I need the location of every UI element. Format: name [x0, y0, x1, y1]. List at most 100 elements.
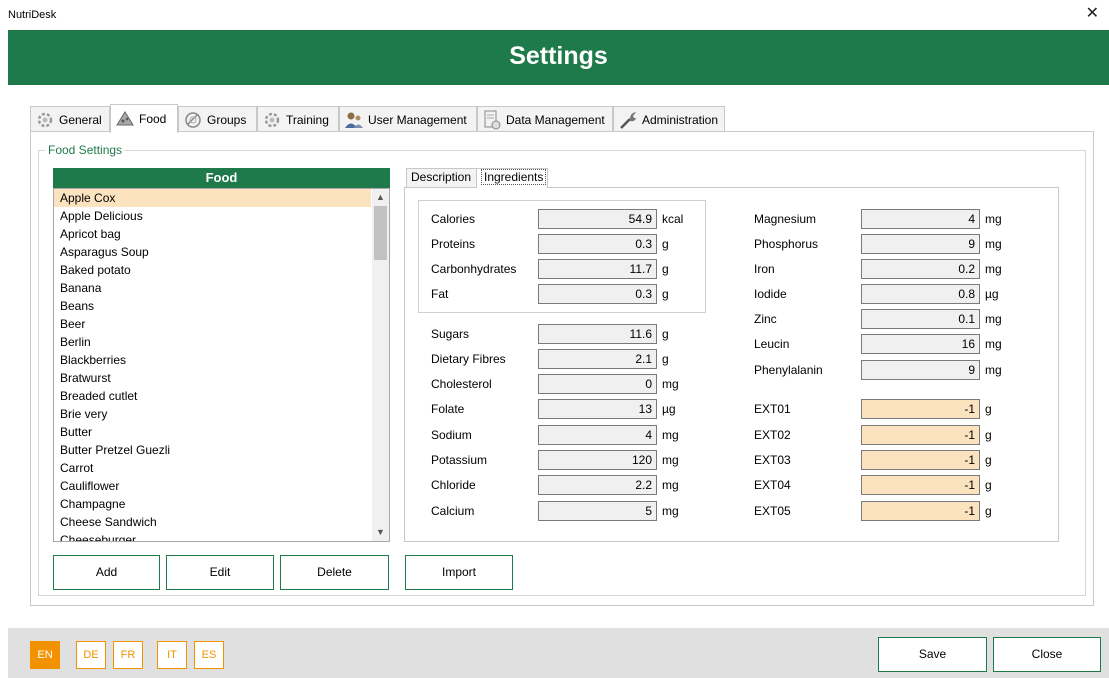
scroll-thumb[interactable]: [374, 206, 387, 260]
food-list-item[interactable]: Apple Delicious: [54, 207, 371, 225]
add-food-button[interactable]: Add: [53, 555, 160, 590]
language-button-fr[interactable]: FR: [113, 641, 143, 669]
food-list-item[interactable]: Apricot bag: [54, 225, 371, 243]
close-button[interactable]: Close: [993, 637, 1101, 672]
food-list[interactable]: Apple Cox Apple Delicious Apricot bag Aspar…: [53, 188, 390, 542]
food-list-item[interactable]: Butter Pretzel Guezli: [54, 441, 371, 459]
edit-food-button[interactable]: Edit: [166, 555, 274, 590]
food-list-item[interactable]: Berlin: [54, 333, 371, 351]
tab-administration[interactable]: Administration: [613, 106, 725, 132]
food-list-item[interactable]: Cheeseburger: [54, 531, 371, 541]
phenylalanin-label: Phenylalanin: [754, 363, 823, 377]
food-list-item[interactable]: Blackberries: [54, 351, 371, 369]
users-icon: [344, 110, 364, 130]
leucin-label: Leucin: [754, 337, 790, 351]
folate-unit: µg: [662, 402, 676, 416]
ext01-label: EXT01: [754, 402, 791, 416]
calories-unit: kcal: [662, 212, 684, 226]
fat-field[interactable]: 0.3: [538, 284, 657, 304]
carbonhydrates-field[interactable]: 11.7: [538, 259, 657, 279]
tab-general[interactable]: General: [30, 106, 110, 132]
calcium-label: Calcium: [431, 504, 475, 518]
food-list-scrollbar[interactable]: ▲ ▼: [372, 189, 389, 541]
tab-description[interactable]: Description: [406, 168, 477, 187]
chloride-field[interactable]: 2.2: [538, 475, 657, 495]
food-list-item[interactable]: Carrot: [54, 459, 371, 477]
ext03-label: EXT03: [754, 453, 791, 467]
calories-field[interactable]: 54.9: [538, 209, 657, 229]
language-button-en[interactable]: EN: [30, 641, 60, 669]
food-list-item[interactable]: Butter: [54, 423, 371, 441]
phosphorus-field[interactable]: 9: [861, 234, 980, 254]
cholesterol-field[interactable]: 0: [538, 374, 657, 394]
tab-food[interactable]: Food: [110, 104, 178, 133]
sodium-field[interactable]: 4: [538, 425, 657, 445]
potassium-field[interactable]: 120: [538, 450, 657, 470]
food-list-item[interactable]: Apple Cox: [54, 189, 371, 207]
language-button-de[interactable]: DE: [76, 641, 106, 669]
iron-unit: mg: [985, 262, 1002, 276]
delete-food-button[interactable]: Delete: [280, 555, 389, 590]
food-list-item[interactable]: Cauliflower: [54, 477, 371, 495]
app-title: NutriDesk: [8, 9, 57, 21]
food-list-item[interactable]: Beer: [54, 315, 371, 333]
language-button-it[interactable]: IT: [157, 641, 187, 669]
scroll-down-icon[interactable]: ▼: [372, 524, 389, 541]
ext01-field[interactable]: -1: [861, 399, 980, 419]
leucin-field[interactable]: 16: [861, 334, 980, 354]
import-food-button[interactable]: Import: [405, 555, 513, 590]
food-list-item[interactable]: Baked potato: [54, 261, 371, 279]
cholesterol-unit: mg: [662, 377, 679, 391]
calcium-field[interactable]: 5: [538, 501, 657, 521]
sugars-field[interactable]: 11.6: [538, 324, 657, 344]
save-button[interactable]: Save: [878, 637, 987, 672]
dietary-fibres-field[interactable]: 2.1: [538, 349, 657, 369]
dietary-fibres-unit: g: [662, 352, 669, 366]
ext02-field[interactable]: -1: [861, 425, 980, 445]
ext05-field[interactable]: -1: [861, 501, 980, 521]
tab-data-management-label: Data Management: [506, 112, 605, 127]
phosphorus-label: Phosphorus: [754, 237, 819, 251]
chloride-unit: mg: [662, 478, 679, 492]
tab-administration-label: Administration: [642, 112, 719, 127]
tab-ingredients-label: Ingredients: [481, 169, 547, 185]
folate-field[interactable]: 13: [538, 399, 657, 419]
language-button-es[interactable]: ES: [194, 641, 224, 669]
proteins-label: Proteins: [431, 237, 476, 251]
phenylalanin-field[interactable]: 9: [861, 360, 980, 380]
proteins-field[interactable]: 0.3: [538, 234, 657, 254]
tab-groups[interactable]: Groups: [178, 106, 257, 132]
folate-label: Folate: [431, 402, 465, 416]
proteins-unit: g: [662, 237, 669, 251]
food-list-item[interactable]: Brie very: [54, 405, 371, 423]
carbonhydrates-unit: g: [662, 262, 669, 276]
ext04-field[interactable]: -1: [861, 475, 980, 495]
sugars-label: Sugars: [431, 327, 470, 341]
ext03-field[interactable]: -1: [861, 450, 980, 470]
magnesium-unit: mg: [985, 212, 1002, 226]
data-icon: [482, 110, 502, 130]
food-list-item[interactable]: Banana: [54, 279, 371, 297]
iodide-field[interactable]: 0.8: [861, 284, 980, 304]
tab-general-label: General: [59, 112, 102, 127]
iron-field[interactable]: 0.2: [861, 259, 980, 279]
tab-ingredients[interactable]: Ingredients: [476, 168, 548, 188]
tab-data-management[interactable]: Data Management: [477, 106, 613, 132]
zinc-label: Zinc: [754, 312, 777, 326]
food-list-item[interactable]: Asparagus Soup: [54, 243, 371, 261]
food-list-item[interactable]: Champagne: [54, 495, 371, 513]
food-list-item[interactable]: Cheese Sandwich: [54, 513, 371, 531]
tab-user-management[interactable]: User Management: [339, 106, 477, 132]
zinc-field[interactable]: 0.1: [861, 309, 980, 329]
tab-training[interactable]: Training: [257, 106, 339, 132]
potassium-label: Potassium: [431, 453, 488, 467]
food-list-item[interactable]: Bratwurst: [54, 369, 371, 387]
ext02-label: EXT02: [754, 428, 791, 442]
food-list-item[interactable]: Breaded cutlet: [54, 387, 371, 405]
magnesium-field[interactable]: 4: [861, 209, 980, 229]
scroll-up-icon[interactable]: ▲: [372, 189, 389, 206]
dietary-fibres-label: Dietary Fibres: [431, 352, 506, 366]
iodide-unit: µg: [985, 287, 999, 301]
window-close-icon[interactable]: ✕: [1086, 6, 1099, 22]
food-list-item[interactable]: Beans: [54, 297, 371, 315]
